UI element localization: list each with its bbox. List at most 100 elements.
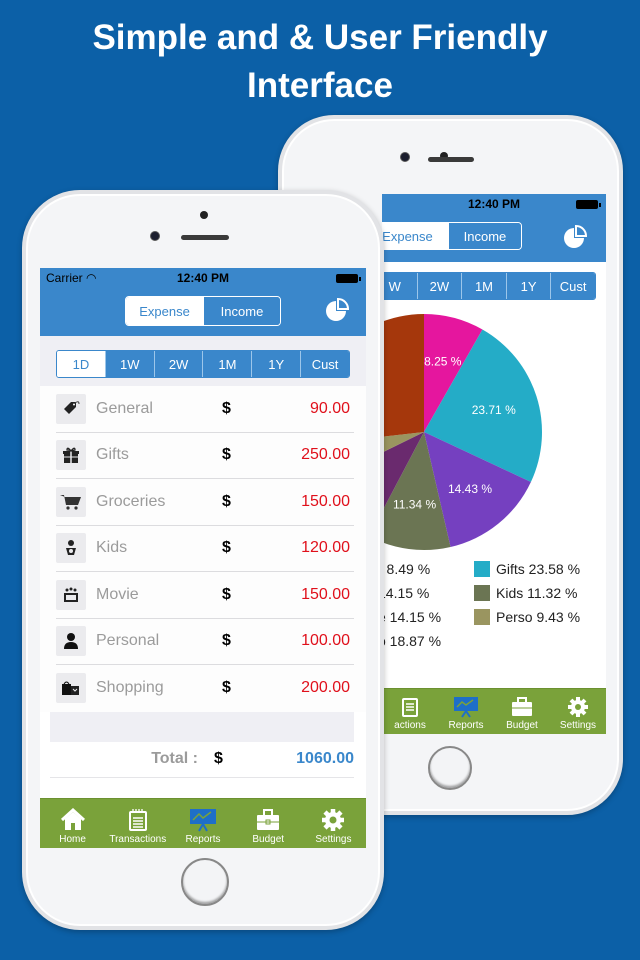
- shopping-bag-icon: [56, 673, 86, 704]
- range-selector: 1D 1W 2W 1M 1Y Cust: [56, 350, 350, 378]
- front-camera: [400, 152, 410, 162]
- pie-chart: 8.25 %23.71 %14.43 %11.34 %6 %: [382, 314, 542, 550]
- cart-icon: [56, 486, 86, 517]
- expense-row[interactable]: Shopping $ 200.00: [56, 665, 354, 712]
- expense-row[interactable]: Movie $ 150.00: [56, 572, 354, 619]
- battery-icon: [576, 200, 601, 209]
- baby-icon: [56, 533, 86, 564]
- status-bar: 12:40 PM: [382, 194, 606, 214]
- range-selector: W 2W 1M 1Y Cust: [382, 272, 596, 300]
- total-row: Total : $ 1060.00: [50, 742, 354, 778]
- range-1m[interactable]: 1M: [461, 273, 506, 299]
- currency-symbol: $: [222, 399, 231, 417]
- pie-slice: [382, 314, 424, 437]
- range-1y[interactable]: 1Y: [505, 273, 551, 299]
- tab-home[interactable]: Home: [40, 799, 105, 848]
- expense-row[interactable]: Personal $ 100.00: [56, 618, 354, 665]
- sensor-dot: [200, 211, 208, 219]
- expense-row[interactable]: Groceries $ 150.00: [56, 479, 354, 526]
- headline-line-1: Simple and & User Friendly: [92, 18, 548, 57]
- nav-bar: Expense Income: [40, 288, 366, 336]
- expense-row[interactable]: Kids $ 120.00: [56, 525, 354, 572]
- currency-symbol: $: [222, 492, 231, 510]
- range-1d[interactable]: 1D: [57, 351, 105, 377]
- range-1w[interactable]: 1W: [104, 351, 154, 377]
- front-camera: [150, 231, 160, 241]
- notepad-icon: [128, 809, 147, 831]
- speaker: [428, 157, 474, 162]
- expense-tab[interactable]: Expense: [126, 297, 203, 325]
- tab-reports[interactable]: Reports: [170, 799, 235, 848]
- expense-amount: 90.00: [309, 399, 350, 417]
- home-button[interactable]: [428, 746, 472, 790]
- category-name: Kids: [96, 539, 128, 557]
- expense-row[interactable]: General $ 90.00: [56, 386, 354, 433]
- legend-item: Gifts 23.58 %: [474, 561, 580, 577]
- expense-income-toggle: Expense Income: [125, 296, 281, 326]
- expense-row[interactable]: Gifts $ 250.00: [56, 432, 354, 479]
- range-1m[interactable]: 1M: [202, 351, 252, 377]
- pie-slice-label: 23.71 %: [472, 403, 516, 417]
- list-spacer: [50, 711, 354, 742]
- phone-front: Carrier ◠ 12:40 PM Expense Income 1D 1W …: [22, 190, 384, 930]
- home-button[interactable]: [181, 858, 229, 906]
- tab-transactions[interactable]: actions: [382, 689, 438, 734]
- gear-icon: [322, 809, 345, 831]
- legend-item: r 8.49 %: [382, 561, 431, 577]
- tab-reports[interactable]: Reports: [438, 689, 494, 734]
- range-custom[interactable]: Cust: [550, 273, 595, 299]
- price-tag-icon: [56, 393, 86, 424]
- legend-swatch: [474, 585, 490, 601]
- range-2w[interactable]: 2W: [153, 351, 203, 377]
- category-name: Groceries: [96, 492, 166, 510]
- range-1w[interactable]: W: [382, 273, 417, 299]
- status-time: 12:40 PM: [467, 197, 521, 211]
- currency-symbol: $: [222, 446, 231, 464]
- legend-item: e 14.15 %: [382, 609, 442, 625]
- currency-symbol: $: [222, 679, 231, 697]
- expense-tab[interactable]: Expense: [382, 223, 448, 249]
- total-value: 1060.00: [296, 750, 354, 767]
- expense-amount: 150.00: [301, 585, 350, 603]
- headline-line-2: Interface: [247, 66, 393, 105]
- pie-slice-label: 8.25 %: [424, 354, 462, 368]
- range-1y[interactable]: 1Y: [251, 351, 301, 377]
- currency-symbol: $: [222, 539, 231, 557]
- tab-settings[interactable]: Settings: [301, 799, 366, 848]
- briefcase-icon: [512, 697, 532, 716]
- tab-settings[interactable]: Settings: [550, 689, 606, 734]
- person-icon: [56, 626, 86, 657]
- home-icon: [60, 808, 85, 830]
- legend-swatch: [474, 561, 490, 577]
- notepad-icon: [402, 698, 418, 717]
- expense-amount: 120.00: [301, 539, 350, 557]
- tab-budget[interactable]: Budget: [494, 689, 550, 734]
- income-tab[interactable]: Income: [447, 223, 521, 249]
- headline: Simple and & User Friendly Interface: [0, 14, 640, 110]
- currency-symbol: $: [222, 632, 231, 650]
- pie-slice-label: 11.34 %: [393, 498, 436, 512]
- expense-amount: 150.00: [301, 492, 350, 510]
- total-label: Total :: [151, 750, 198, 767]
- range-2w[interactable]: 2W: [416, 273, 462, 299]
- nav-bar: Expense Income: [382, 214, 606, 262]
- currency-symbol: $: [222, 585, 231, 603]
- income-tab[interactable]: Income: [203, 297, 280, 325]
- pie-chart-icon[interactable]: [562, 224, 588, 250]
- tab-bar: Home Transactions Reports Budget Setting…: [40, 798, 366, 848]
- pie-chart-icon[interactable]: [324, 297, 350, 323]
- tab-budget[interactable]: Budget: [236, 799, 301, 848]
- chart-legend: r 8.49 % Gifts 23.58 % 14.15 % Kids 11.3…: [382, 561, 606, 661]
- legend-swatch: [474, 609, 490, 625]
- pie-slice-label: 14.43 %: [448, 482, 492, 496]
- expense-list-screen: Carrier ◠ 12:40 PM Expense Income 1D 1W …: [40, 268, 366, 848]
- category-name: Movie: [96, 585, 139, 603]
- gift-icon: [56, 440, 86, 471]
- currency-symbol: $: [214, 750, 223, 767]
- expense-amount: 100.00: [301, 632, 350, 650]
- tab-transactions[interactable]: Transactions: [105, 799, 170, 848]
- status-bar: Carrier ◠ 12:40 PM: [40, 268, 366, 288]
- category-name: Personal: [96, 632, 160, 650]
- range-custom[interactable]: Cust: [300, 351, 349, 377]
- battery-icon: [336, 274, 361, 283]
